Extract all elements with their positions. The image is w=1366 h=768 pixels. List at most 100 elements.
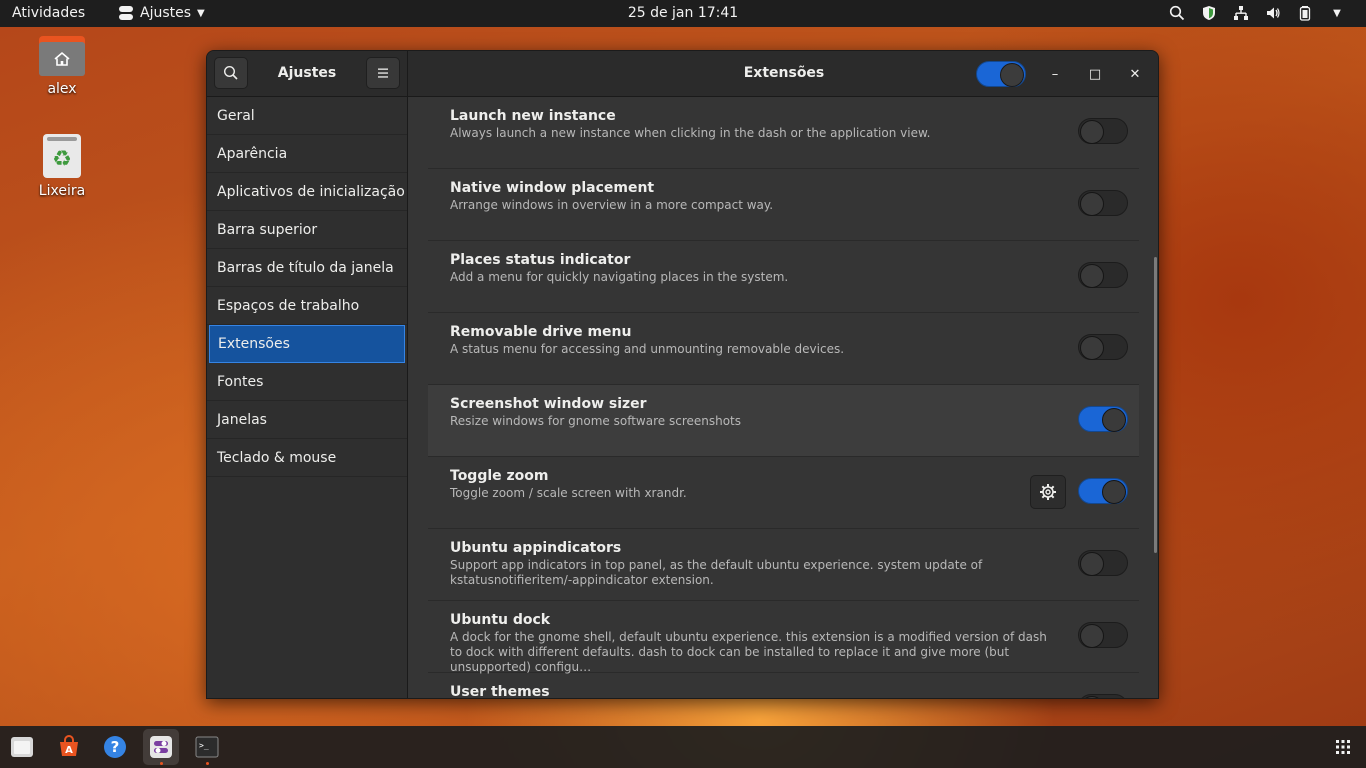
chevron-down-icon: ▼ (197, 7, 205, 19)
sidebar-title: Ajustes (277, 65, 337, 81)
extensions-master-toggle[interactable] (976, 61, 1026, 87)
clock[interactable]: 25 de jan 17:41 (628, 5, 738, 21)
sidebar-item-teclado-mouse[interactable]: Teclado & mouse (207, 439, 407, 477)
desktop-trash-label: Lixeira (38, 183, 86, 199)
sidebar-item-fontes[interactable]: Fontes (207, 363, 407, 401)
desktop-home-folder[interactable]: alex (22, 36, 102, 97)
extension-toggle[interactable] (1078, 190, 1128, 216)
home-folder-icon (39, 36, 85, 76)
terminal-icon: >_ (195, 736, 219, 758)
extension-row[interactable]: Removable drive menu A status menu for a… (428, 313, 1139, 385)
extension-title: Ubuntu dock (450, 612, 551, 628)
dock-files[interactable] (4, 729, 40, 765)
dock-tweaks[interactable] (143, 729, 179, 765)
shield-update-icon[interactable] (1200, 4, 1218, 22)
search-icon[interactable] (1168, 4, 1186, 22)
activities-button[interactable]: Atividades (12, 5, 85, 21)
desktop-trash[interactable]: ♻ Lixeira (22, 134, 102, 199)
extension-title: Places status indicator (450, 252, 631, 268)
sidebar-header: Ajustes (207, 51, 408, 97)
header-bar: Ajustes Extensões – □ ✕ (207, 51, 1158, 97)
extension-title: Screenshot window sizer (450, 396, 647, 412)
running-indicator (206, 762, 209, 765)
top-bar: Atividades Ajustes ▼ 25 de jan 17:41 ▼ (0, 0, 1366, 27)
sidebar-item-aplicativos-inicializacao[interactable]: Aplicativos de inicialização (207, 173, 407, 211)
tweaks-window: Ajustes Extensões – □ ✕ Geral Aparência … (206, 50, 1159, 699)
extension-description: Support app indicators in top panel, as … (450, 558, 983, 587)
dock-show-apps[interactable] (1325, 729, 1361, 765)
software-center-icon: A (60, 735, 78, 756)
extension-row[interactable]: Toggle zoom Toggle zoom / scale screen w… (428, 457, 1139, 529)
extension-description: A dock for the gnome shell, default ubun… (450, 630, 1047, 674)
extension-toggle[interactable] (1078, 694, 1128, 698)
app-grid-icon (1336, 740, 1350, 754)
extension-row[interactable]: Screenshot window sizer Resize windows f… (428, 385, 1139, 457)
extension-toggle[interactable] (1078, 118, 1128, 144)
sidebar-item-aparencia[interactable]: Aparência (207, 135, 407, 173)
app-menu[interactable]: Ajustes ▼ (118, 5, 205, 21)
tweaks-app-icon (118, 5, 134, 21)
sidebar-item-barra-superior[interactable]: Barra superior (207, 211, 407, 249)
extension-row[interactable]: Launch new instance Always launch a new … (428, 97, 1139, 169)
extension-title: User themes (450, 684, 550, 699)
extension-toggle[interactable] (1078, 262, 1128, 288)
svg-text:?: ? (111, 738, 120, 756)
dock: A ? >_ (0, 726, 1366, 768)
extension-description: Toggle zoom / scale screen with xrandr. (450, 486, 687, 500)
extension-title: Removable drive menu (450, 324, 632, 340)
extension-row[interactable]: Native window placement Arrange windows … (428, 169, 1139, 241)
running-indicator (160, 762, 163, 765)
minimize-button[interactable]: – (1045, 64, 1065, 84)
search-button[interactable] (214, 57, 248, 89)
extension-row[interactable]: Ubuntu dock A dock for the gnome shell, … (428, 601, 1139, 674)
svg-text:>_: >_ (199, 741, 209, 750)
network-icon[interactable] (1232, 4, 1250, 22)
maximize-button[interactable]: □ (1085, 64, 1105, 84)
sidebar-item-extensoes[interactable]: Extensões (209, 325, 405, 363)
extensions-content: Launch new instance Always launch a new … (408, 97, 1158, 699)
extension-description: A status menu for accessing and unmounti… (450, 342, 845, 356)
app-menu-label: Ajustes (140, 5, 192, 21)
svg-text:A: A (65, 745, 73, 756)
menu-button[interactable] (366, 57, 400, 89)
extension-title: Ubuntu appindicators (450, 540, 622, 556)
extension-row[interactable]: User themes (428, 673, 1139, 699)
search-icon (223, 65, 238, 80)
help-icon: ? (104, 736, 126, 758)
extension-toggle[interactable] (1078, 622, 1128, 648)
desktop-home-label: alex (47, 81, 77, 97)
dock-terminal[interactable]: >_ (189, 729, 225, 765)
sidebar: Geral Aparência Aplicativos de inicializ… (207, 97, 408, 698)
scrollbar[interactable] (1154, 257, 1157, 553)
battery-icon[interactable] (1296, 4, 1314, 22)
extension-toggle[interactable] (1078, 550, 1128, 576)
extension-toggle[interactable] (1078, 406, 1128, 432)
extension-description: Resize windows for gnome software screen… (450, 414, 742, 428)
sidebar-item-barras-titulo-janela[interactable]: Barras de título da janela (207, 249, 407, 287)
dock-help[interactable]: ? (97, 729, 133, 765)
extension-title: Toggle zoom (450, 468, 549, 484)
hamburger-menu-icon (378, 68, 388, 78)
gear-icon (1040, 484, 1056, 500)
sidebar-item-janelas[interactable]: Janelas (207, 401, 407, 439)
extension-description: Add a menu for quickly navigating places… (450, 270, 789, 284)
volume-icon[interactable] (1264, 4, 1282, 22)
extensions-list: Launch new instance Always launch a new … (428, 97, 1139, 699)
extension-toggle[interactable] (1078, 334, 1128, 360)
extension-row[interactable]: Places status indicator Add a menu for q… (428, 241, 1139, 313)
sidebar-item-espacos-trabalho[interactable]: Espaços de trabalho (207, 287, 407, 325)
extension-title: Launch new instance (450, 108, 616, 124)
extension-description: Always launch a new instance when clicki… (450, 126, 931, 140)
dock-software[interactable]: A (51, 729, 87, 765)
extension-title: Native window placement (450, 180, 655, 196)
close-button[interactable]: ✕ (1125, 64, 1145, 84)
files-icon (11, 737, 33, 757)
extension-settings-button[interactable] (1030, 475, 1066, 509)
sidebar-item-geral[interactable]: Geral (207, 97, 407, 135)
extension-toggle[interactable] (1078, 478, 1128, 504)
extension-description: Arrange windows in overview in a more co… (450, 198, 774, 212)
extension-row[interactable]: Ubuntu appindicators Support app indicat… (428, 529, 1139, 601)
trash-icon: ♻ (43, 134, 81, 178)
chevron-down-icon[interactable]: ▼ (1328, 4, 1346, 22)
tweaks-icon (150, 736, 172, 758)
